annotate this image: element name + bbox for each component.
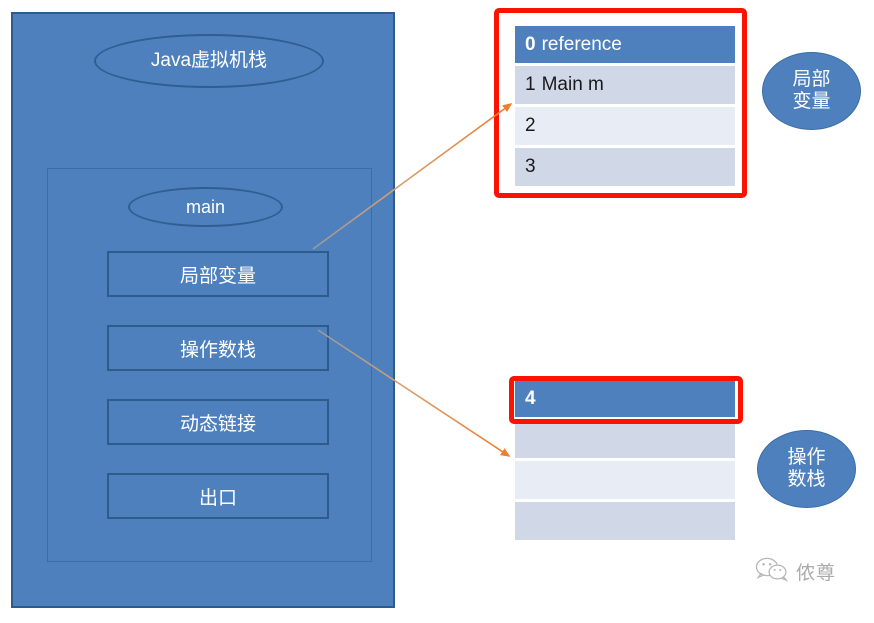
watermark: 侬尊 — [755, 556, 836, 587]
jvm-stack-title-ellipse: Java虚拟机栈 — [94, 34, 324, 88]
frame-name-label: main — [185, 196, 225, 217]
frame-slot-local-variables: 局部变量 — [107, 251, 329, 297]
frame-slot-return-address: 出口 — [107, 473, 329, 519]
table-row — [515, 420, 735, 458]
table-row — [515, 461, 735, 499]
stack-frame-box: main 局部变量 操作数栈 动态链接 出口 — [47, 168, 372, 562]
frame-name-ellipse: main — [128, 187, 283, 227]
jvm-stack-panel: Java虚拟机栈 main 局部变量 操作数栈 动态链接 出口 — [11, 12, 395, 608]
frame-slot-label: 局部变量 — [179, 265, 256, 287]
table-row — [515, 502, 735, 540]
jvm-stack-title-label: Java虚拟机栈 — [150, 50, 268, 72]
frame-slot-label: 操作数栈 — [179, 339, 256, 361]
callout-local-variables: 局部 变量 — [762, 52, 861, 130]
operand-stack-top-highlight — [509, 376, 743, 424]
frame-slot-operand-stack: 操作数栈 — [107, 325, 329, 371]
watermark-text: 侬尊 — [796, 563, 837, 584]
callout-operand-stack: 操作 数栈 — [757, 430, 856, 508]
local-variable-table-highlight — [494, 8, 747, 198]
frame-slot-dynamic-linking: 动态链接 — [107, 399, 329, 445]
callout-label: 局部 变量 — [792, 68, 831, 112]
callout-label: 操作 数栈 — [787, 446, 826, 490]
frame-slot-label: 动态链接 — [179, 413, 256, 435]
wechat-icon — [755, 556, 789, 587]
frame-slot-label: 出口 — [198, 487, 237, 509]
